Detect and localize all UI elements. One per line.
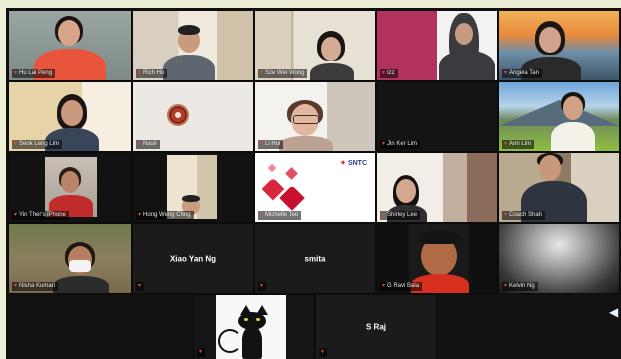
mic-muted-icon: ▾	[138, 212, 142, 218]
mic-muted-icon: ▾	[260, 70, 264, 76]
mic-muted-icon: ▾	[14, 70, 18, 76]
mic-muted-icon: ▾	[504, 141, 508, 147]
video-gallery: ▾ Hu Lai Peng ▾ Rich Ho ▾ Sze Wei Wong ▾ Izz	[6, 8, 621, 359]
organization-logo: ✦ SNTC	[340, 160, 367, 167]
participant-name: Sze Wei Wong	[265, 70, 305, 76]
participant-name: Hong Weng Chng	[143, 212, 191, 218]
participant-tile[interactable]: ▾ Rich Ho	[132, 10, 254, 81]
participant-name-tag: ▾	[319, 348, 328, 357]
mic-muted-icon: ▾	[138, 70, 142, 76]
participant-name-tag: ▾ Li Hui	[258, 140, 284, 149]
mic-muted-icon: ▾	[14, 283, 18, 289]
participant-name-tag: ▾ Kelvin Ng	[502, 282, 538, 291]
participant-name: Nisha Kumari	[19, 283, 56, 289]
participant-tile[interactable]: ▾ Yin Ther's iPhone	[8, 152, 132, 223]
mic-muted-icon: ▾	[382, 283, 386, 289]
participant-tile[interactable]: ▾ Izz	[376, 10, 498, 81]
participant-tile-active-speaker[interactable]: ▾ Angela Tan	[499, 11, 619, 80]
participant-name-tag: ▾ Angela Tan	[502, 69, 542, 78]
next-page-arrow-icon[interactable]: ◀	[609, 305, 619, 319]
participant-name: Izz	[387, 70, 395, 76]
participant-name-tag: ▾ Rich Ho	[136, 69, 168, 78]
participant-tile[interactable]: S Raj ▾	[315, 294, 437, 359]
participant-name: Jin Ker Lim	[387, 141, 418, 147]
mic-muted-icon: ▾	[138, 141, 142, 147]
mountain-background	[499, 100, 619, 126]
mic-muted-icon: ▾	[504, 283, 508, 289]
participant-tile[interactable]: ▾	[193, 294, 315, 359]
participant-name-tag: ▾ Jin Ker Lim	[380, 140, 421, 149]
participant-name: Ann Lim	[509, 141, 532, 147]
participant-tile[interactable]: ▾ Nisha Kumari	[8, 223, 132, 294]
participant-tile[interactable]: ▾ Ann Lim	[498, 81, 620, 152]
participant-display-name: S Raj	[365, 322, 386, 332]
participant-tile[interactable]: ▾ Hu Lai Peng	[8, 10, 132, 81]
participant-name: Seok Leng Lim	[19, 141, 60, 147]
mic-muted-icon: ▾	[14, 212, 18, 218]
participant-name: Nasir	[143, 141, 158, 147]
participant-tile[interactable]: ▾ Nasir	[132, 81, 254, 152]
participant-name: Yin Ther's iPhone	[19, 212, 66, 218]
mic-muted-icon: ▾	[504, 70, 508, 76]
participant-name: Rich Ho	[143, 70, 165, 76]
participant-name-tag: ▾ Sze Wei Wong	[258, 69, 308, 78]
mic-muted-icon: ▾	[382, 70, 386, 76]
participant-tile[interactable]: smita ▾	[254, 223, 376, 294]
participant-tile[interactable]: ▾ Sze Wei Wong	[254, 10, 376, 81]
participant-name-tag: ▾ G Ravi Bala	[380, 282, 423, 291]
participant-tile[interactable]: ▾ Hong Weng Chng	[132, 152, 254, 223]
participant-name: Hu Lai Peng	[19, 70, 53, 76]
participant-name-tag: ▾ Hong Weng Chng	[136, 211, 194, 220]
participant-name-tag: ▾	[258, 282, 267, 291]
participant-name: Kelvin Ng	[509, 283, 535, 289]
participant-name-tag: ▾ Michelle Teo	[258, 211, 302, 220]
mic-muted-icon: ▾	[260, 212, 264, 218]
participant-tile[interactable]: ▾ Jin Ker Lim	[376, 81, 498, 152]
participant-name-tag: ▾ Nisha Kumari	[12, 282, 59, 291]
participant-name-tag: ▾ Seok Leng Lim	[12, 140, 63, 149]
participant-tile[interactable]: Xiao Yan Ng ▾	[132, 223, 254, 294]
participant-display-name: smita	[304, 254, 326, 263]
mic-muted-icon: ▾	[504, 212, 508, 218]
participant-name: Li Hui	[265, 141, 281, 147]
participant-name-tag: ▾ Izz	[380, 69, 398, 78]
participant-tile[interactable]: ▾ Kelvin Ng	[498, 223, 620, 294]
mic-muted-icon: ▾	[260, 283, 264, 289]
participant-name-tag: ▾ Ann Lim	[502, 140, 535, 149]
participant-name: G Ravi Bala	[387, 283, 420, 289]
participant-name: Shirley Lee	[387, 212, 418, 218]
participant-tile[interactable]: ▾ G Ravi Bala	[376, 223, 498, 294]
participant-name-tag: ▾ Yin Ther's iPhone	[12, 211, 69, 220]
participant-name-tag: ▾ Coach Shah	[502, 211, 546, 220]
profile-picture-icon	[167, 104, 189, 126]
participant-tile[interactable]: ✦ SNTC ▾ Michelle Teo	[254, 152, 376, 223]
participant-name: Angela Tan	[509, 70, 539, 76]
mic-muted-icon: ▾	[14, 141, 18, 147]
participant-tile[interactable]: ▾ Seok Leng Lim	[8, 81, 132, 152]
hearts-image	[261, 159, 311, 215]
mic-muted-icon: ▾	[138, 283, 142, 289]
mic-muted-icon: ▾	[321, 349, 325, 355]
mic-muted-icon: ▾	[382, 141, 386, 147]
participant-tile[interactable]: ▾ Shirley Lee	[376, 152, 498, 223]
participant-name-tag: ▾ Nasir	[136, 140, 161, 149]
participant-display-name: Xiao Yan Ng	[169, 254, 217, 263]
mic-muted-icon: ▾	[199, 349, 203, 355]
participant-name: Coach Shah	[509, 212, 543, 218]
participant-name-tag: ▾	[197, 348, 206, 357]
participant-name-tag: ▾ Hu Lai Peng	[12, 69, 56, 78]
participant-name: Michelle Teo	[265, 212, 299, 218]
participant-tile[interactable]: ▾ Li Hui	[254, 81, 376, 152]
participant-name-tag: ▾ Shirley Lee	[380, 211, 421, 220]
cat-icon	[234, 305, 270, 359]
mic-muted-icon: ▾	[382, 212, 386, 218]
participant-tile[interactable]: ▾ Coach Shah	[498, 152, 620, 223]
mic-muted-icon: ▾	[260, 141, 264, 147]
participant-name-tag: ▾	[136, 282, 145, 291]
